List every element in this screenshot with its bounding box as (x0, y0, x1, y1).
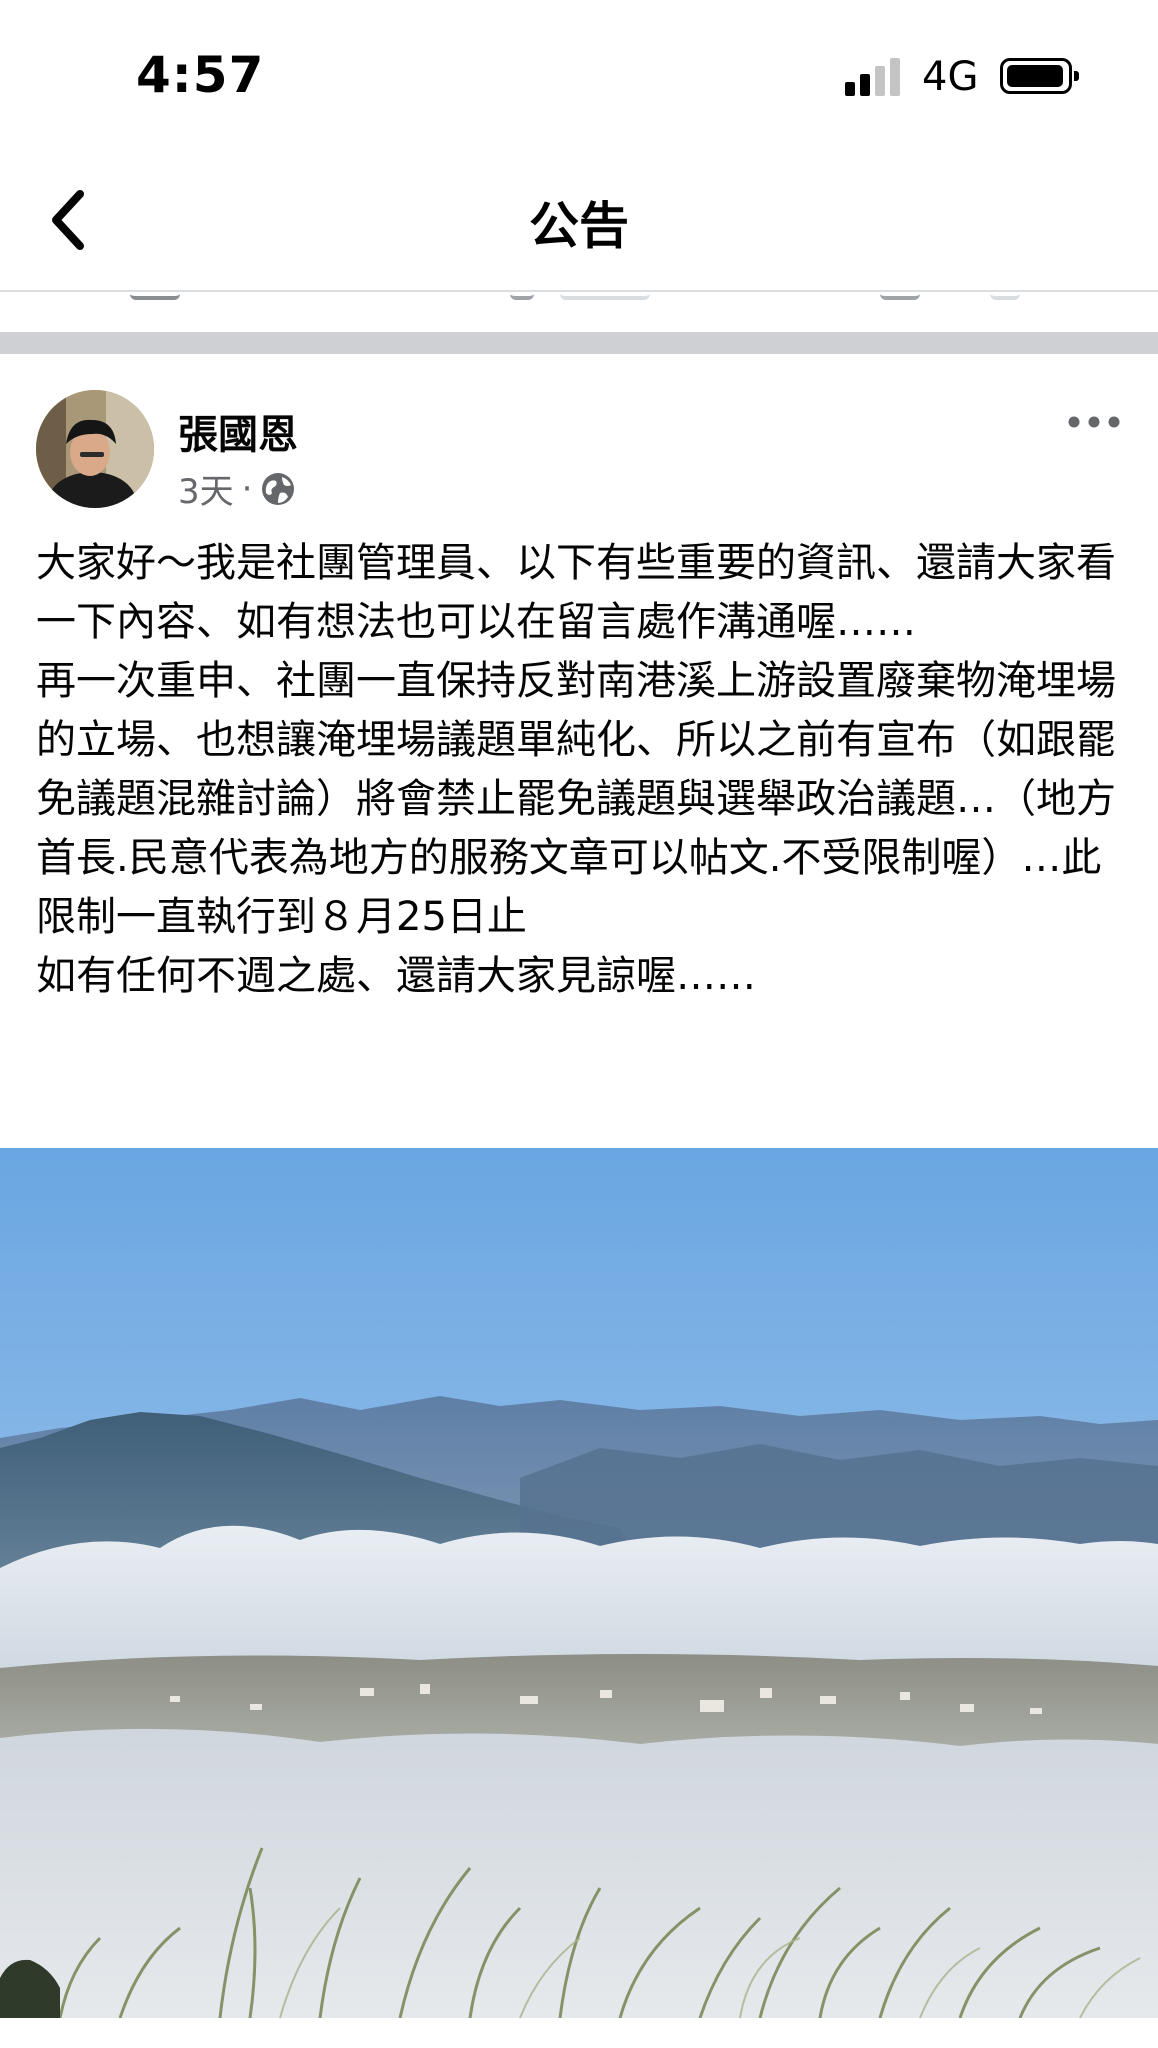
status-time: 4:57 (136, 46, 265, 104)
landscape-photo (0, 1148, 1158, 2018)
cellular-signal-icon (845, 56, 905, 96)
page-title: 公告 (529, 197, 629, 255)
meta-separator: · (241, 468, 253, 509)
next-post-edge (0, 2018, 1158, 2048)
more-horizontal-icon (1068, 416, 1120, 428)
author-name[interactable]: 張國恩 (178, 402, 298, 460)
battery-full-icon (1000, 58, 1079, 94)
previous-post-actions-remnant (0, 292, 1158, 328)
post-meta: 3天 · (178, 464, 296, 513)
more-options-button[interactable] (1066, 410, 1122, 434)
author-avatar[interactable] (36, 390, 154, 508)
post-time[interactable]: 3天 (178, 464, 234, 513)
globe-icon (262, 472, 295, 505)
status-bar: 4:57 4G (0, 0, 1158, 140)
network-type-label: 4G (922, 54, 979, 100)
feed-separator (0, 332, 1158, 354)
post-body-text: 大家好～我是社團管理員、以下有些重要的資訊、還請大家看一下內容、如有想法也可以在… (36, 540, 1116, 999)
avatar-photo (36, 390, 154, 508)
navigation-bar: 公告 (0, 140, 1158, 292)
post-photo[interactable] (0, 1148, 1158, 2018)
